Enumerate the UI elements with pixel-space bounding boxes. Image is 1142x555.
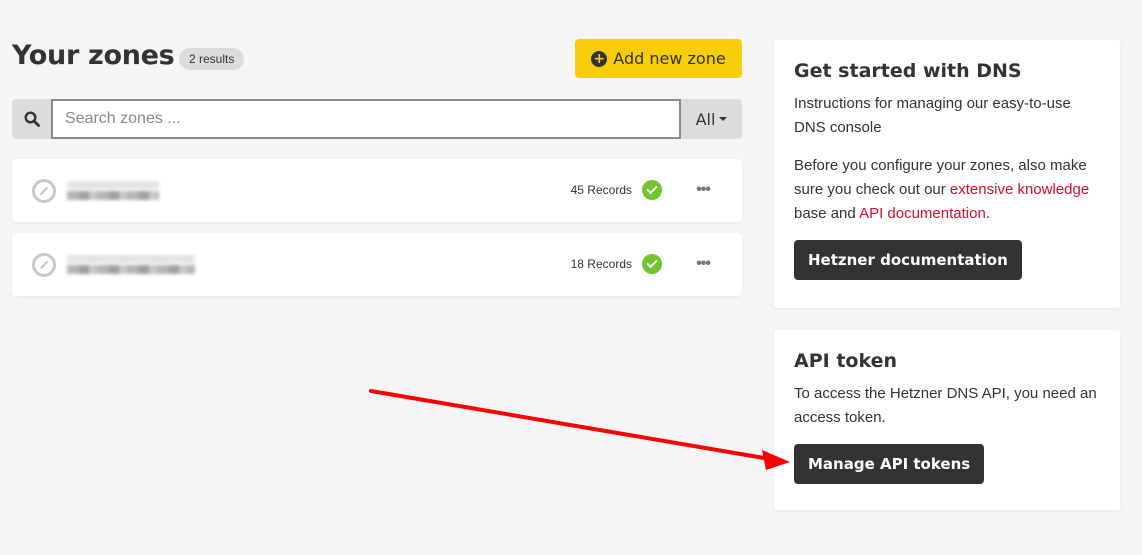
page-title: Your zones — [12, 40, 175, 71]
get-started-intro: Instructions for managing our easy-to-us… — [794, 95, 1071, 136]
search-icon[interactable] — [12, 99, 51, 139]
compass-icon — [32, 253, 56, 277]
get-started-text: Before you configure your zones, also ma… — [794, 157, 1090, 222]
api-documentation-link[interactable]: API documentation — [859, 205, 986, 222]
plus-circle-icon: + — [591, 50, 608, 67]
get-started-title: Get started with DNS — [794, 60, 1022, 82]
api-token-text: To access the Hetzner DNS API, you need … — [794, 385, 1097, 426]
add-new-zone-label: Add new zone — [613, 49, 726, 68]
filter-label: All — [695, 109, 716, 129]
api-token-title: API token — [794, 350, 897, 372]
search-bar: All — [12, 99, 742, 139]
check-circle-icon — [642, 180, 662, 200]
api-token-card: API token To access the Hetzner DNS API,… — [774, 330, 1120, 510]
more-options-icon[interactable]: ••• — [696, 181, 711, 199]
record-count: 45 Records — [570, 183, 632, 197]
get-started-card: Get started with DNS Instructions for ma… — [774, 40, 1120, 308]
results-badge: 2 results — [179, 48, 245, 70]
zone-row[interactable]: 45 Records ••• — [12, 159, 742, 222]
more-options-icon[interactable]: ••• — [696, 255, 711, 273]
knowledge-base-link[interactable]: extensive knowledge — [950, 181, 1089, 198]
record-count: 18 Records — [570, 257, 632, 271]
arrow-shaft — [369, 389, 772, 461]
zone-name-redacted[interactable] — [67, 181, 159, 201]
manage-api-tokens-button[interactable]: Manage API tokens — [794, 444, 985, 484]
add-new-zone-button[interactable]: + Add new zone — [575, 39, 742, 78]
zone-row[interactable]: 18 Records ••• — [12, 233, 742, 296]
hetzner-documentation-button[interactable]: Hetzner documentation — [794, 240, 1022, 280]
caret-down-icon — [719, 117, 728, 121]
search-input[interactable] — [51, 99, 681, 139]
filter-dropdown[interactable]: All — [681, 99, 742, 139]
check-circle-icon — [642, 254, 662, 274]
zone-name-redacted[interactable] — [67, 255, 195, 275]
compass-icon — [32, 179, 56, 203]
